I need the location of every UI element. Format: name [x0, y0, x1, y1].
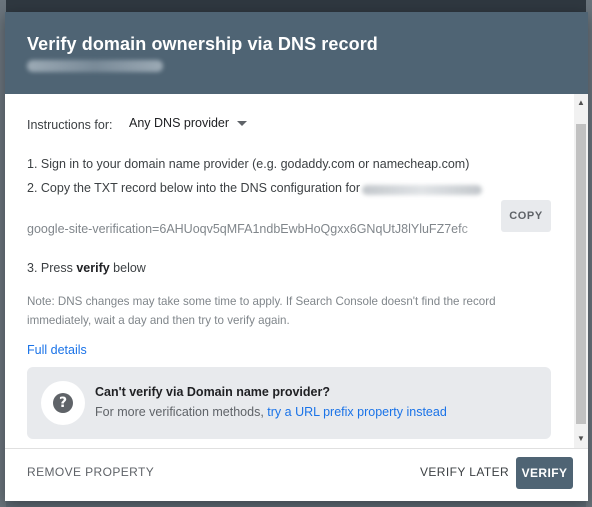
info-box-text-prefix: For more verification methods,: [95, 405, 268, 419]
copy-button[interactable]: COPY: [501, 200, 551, 232]
redacted-domain: [27, 60, 163, 72]
scroll-thumb[interactable]: [576, 124, 586, 424]
dialog-content: Instructions for: Any DNS provider 1. Si…: [5, 94, 573, 448]
step-3-suffix: below: [109, 261, 146, 275]
info-box-text: For more verification methods, try a URL…: [95, 405, 447, 419]
full-details-link[interactable]: Full details: [27, 343, 87, 357]
redacted-domain-inline: [362, 185, 482, 195]
help-icon-container: ?: [41, 381, 85, 425]
url-prefix-link[interactable]: try a URL prefix property instead: [267, 405, 446, 419]
remove-property-button[interactable]: REMOVE PROPERTY: [27, 465, 154, 479]
provider-dropdown[interactable]: Any DNS provider: [129, 116, 248, 130]
dns-note: Note: DNS changes may take some time to …: [27, 295, 496, 327]
txt-record-value[interactable]: google-site-verification=6AHUoqv5qMFA1nd…: [27, 222, 495, 236]
scroll-up-icon[interactable]: ▲: [574, 96, 588, 110]
backdrop: [0, 0, 592, 12]
verify-dns-dialog: Verify domain ownership via DNS record I…: [5, 12, 588, 501]
dialog-header: Verify domain ownership via DNS record: [5, 12, 588, 94]
scroll-down-icon[interactable]: ▼: [574, 432, 588, 446]
verify-button[interactable]: VERIFY: [516, 457, 573, 489]
dialog-title: Verify domain ownership via DNS record: [27, 34, 378, 54]
content-scrollbar[interactable]: ▲ ▼: [574, 94, 588, 448]
step-3-prefix: 3. Press: [27, 261, 77, 275]
question-icon: ?: [53, 393, 73, 413]
alternative-method-box: ? Can't verify via Domain name provider?…: [27, 367, 551, 439]
caret-down-icon: [237, 121, 248, 127]
instructions-label: Instructions for:: [27, 118, 113, 132]
step-2-text: 2. Copy the TXT record below into the DN…: [27, 181, 361, 195]
step-1-text: 1. Sign in to your domain name provider …: [27, 157, 470, 171]
dialog-footer: REMOVE PROPERTY VERIFY LATER VERIFY: [5, 448, 588, 501]
provider-selected-value: Any DNS provider: [129, 116, 230, 130]
info-box-title: Can't verify via Domain name provider?: [95, 385, 330, 399]
verify-later-button[interactable]: VERIFY LATER: [420, 465, 509, 479]
step-3-text: 3. Press verify below: [27, 261, 146, 275]
step-3-verify-word: verify: [76, 261, 110, 275]
